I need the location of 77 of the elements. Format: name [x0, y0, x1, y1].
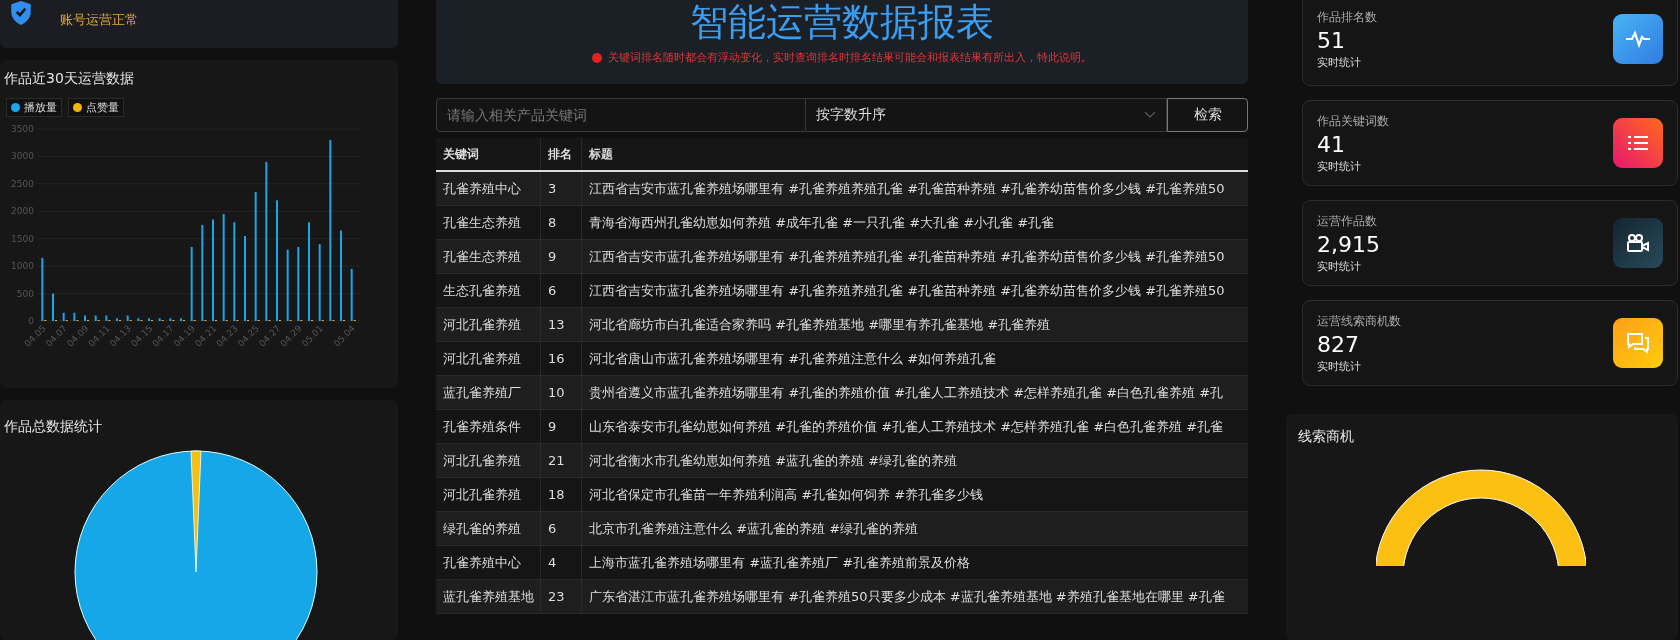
list-icon: [1613, 118, 1663, 168]
panel-title: 作品近30天运营数据: [4, 70, 135, 88]
stat-value: 827: [1317, 331, 1360, 357]
axis-label: 1000: [11, 261, 34, 272]
table-cell: 9: [541, 240, 582, 273]
table-cell-text: 青海省海西州孔雀幼崽如何养殖 #成年孔雀 #一只孔雀 #大孔雀 #小孔雀 #孔雀: [588, 213, 1056, 232]
table-cell: 4: [541, 546, 582, 579]
panel-title: 线索商机: [1298, 428, 1355, 446]
table-cell-text: 贵州省遵义市蓝孔雀养殖场哪里有 #孔雀的养殖价值 #孔雀人工养殖技术 #怎样养殖孔雀 #白色孔雀养殖 #孔: [588, 383, 1225, 402]
stat-note: 实时统计: [1317, 54, 1362, 70]
stat-value: 2,915: [1317, 231, 1380, 257]
table-cell: 河北孔雀养殖: [436, 308, 541, 341]
table-cell: 21: [541, 444, 582, 477]
table-cell-text: 上海市蓝孔雀养殖场哪里有 #蓝孔雀养殖厂 #孔雀养殖前景及价格: [588, 553, 972, 572]
table-cell: 孔雀生态养殖: [436, 240, 541, 273]
table-cell-text: 北京市孔雀养殖注意什么 #蓝孔雀的养殖 #绿孔雀的养殖: [588, 519, 920, 538]
table-cell-text: 河北省衡水市孔雀幼崽如何养殖 #蓝孔雀的养殖 #绿孔雀的养殖: [588, 451, 959, 470]
stat-label: 运营作品数: [1317, 212, 1378, 230]
keyword-input[interactable]: 请输入相关产品关键词: [436, 98, 806, 132]
table-cell: 孔雀养殖中心: [436, 546, 541, 579]
account-status: 账号运营正常: [60, 11, 138, 29]
axis-label: 2500: [11, 178, 34, 189]
table-cell: 9: [541, 410, 582, 443]
stat-label: 运营线索商机数: [1317, 312, 1401, 330]
sort-dropdown[interactable]: 按字数升序: [806, 98, 1167, 132]
column-header: 关键词: [436, 138, 541, 170]
axis-label: 3000: [11, 151, 34, 162]
stat-value: 51: [1317, 27, 1346, 53]
table-cell-text: 河北省廊坊市白孔雀适合家养吗 #孔雀养殖基地 #哪里有养孔雀基地 #孔雀养殖: [588, 315, 1052, 334]
table-cell: 孔雀生态养殖: [436, 206, 541, 239]
axis-label: 1500: [11, 233, 34, 244]
legend-item[interactable]: 点赞量: [68, 98, 124, 117]
search-button[interactable]: 检索: [1167, 98, 1248, 132]
stat-note: 实时统计: [1317, 358, 1362, 374]
alert-dot-icon: [592, 52, 602, 63]
table-cell: 10: [541, 376, 582, 409]
table-cell: 6: [541, 512, 582, 545]
table-cell: 蓝孔雀养殖厂: [436, 376, 541, 409]
stat-note: 实时统计: [1317, 158, 1362, 174]
table-cell: 16: [541, 342, 582, 375]
table-cell: 孔雀养殖中心: [436, 172, 541, 205]
chat-icon: [1613, 318, 1663, 368]
table-cell-text: 河北省唐山市蓝孔雀养殖场哪里有 #孔雀养殖注意什么 #如何养殖孔雀: [588, 349, 998, 368]
table-cell-text: 山东省泰安市孔雀幼崽如何养殖 #孔雀的养殖价值 #孔雀人工养殖技术 #怎样养殖孔雀 #白色孔雀养殖 #孔雀: [588, 417, 1225, 436]
axis-label: 3500: [11, 124, 34, 134]
table-cell-text: 河北省保定市孔雀苗一年养殖利润高 #孔雀如何饲养 #养孔雀多少钱: [588, 485, 985, 504]
table-cell: 3: [541, 172, 582, 205]
table-cell: 绿孔雀的养殖: [436, 512, 541, 545]
column-header: 排名: [541, 138, 582, 170]
table-cell: 23: [541, 580, 582, 613]
table-cell-text: 江西省吉安市蓝孔雀养殖场哪里有 #孔雀养殖养殖孔雀 #孔雀苗种养殖 #孔雀养幼苗售价多少钱 #孔雀养殖50: [588, 179, 1226, 198]
video-camera-icon: [1613, 218, 1663, 268]
table-cell: 河北孔雀养殖: [436, 478, 541, 511]
legend-item[interactable]: 播放量: [6, 98, 62, 117]
table-cell: 13: [541, 308, 582, 341]
table-cell-text: 广东省湛江市蓝孔雀养殖场哪里有 #孔雀养殖50只要多少成本 #蓝孔雀养殖基地 #养殖孔雀基地在哪里 #孔雀: [588, 587, 1226, 606]
report-title: 智能运营数据报表: [690, 0, 994, 46]
column-header: 标题: [588, 145, 614, 163]
stat-label: 作品排名数: [1317, 8, 1377, 26]
table-cell: 18: [541, 478, 582, 511]
table-cell: 孔雀养殖条件: [436, 410, 541, 443]
panel-title: 作品总数据统计: [4, 418, 103, 436]
chevron-down-icon: [1144, 111, 1156, 119]
table-cell: 6: [541, 274, 582, 307]
table-cell-text: 江西省吉安市蓝孔雀养殖场哪里有 #孔雀养殖养殖孔雀 #孔雀苗种养殖 #孔雀养幼苗售价多少钱 #孔雀养殖50: [588, 281, 1226, 300]
notice-text: 关键词排名随时都会有浮动变化，实时查询排名时排名结果可能会和报表结果有所出入，特此说明。: [608, 50, 1092, 65]
table-cell: 生态孔雀养殖: [436, 274, 541, 307]
axis-label: 2000: [11, 206, 34, 217]
stat-note: 实时统计: [1317, 258, 1362, 274]
table-cell-text: 江西省吉安市蓝孔雀养殖场哪里有 #孔雀养殖养殖孔雀 #孔雀苗种养殖 #孔雀养幼苗售价多少钱 #孔雀养殖50: [588, 247, 1226, 266]
table-cell: 蓝孔雀养殖基地: [436, 580, 541, 613]
table-cell: 河北孔雀养殖: [436, 444, 541, 477]
stat-label: 作品关键词数: [1317, 112, 1389, 130]
stat-value: 41: [1317, 131, 1346, 157]
pulse-icon: [1613, 14, 1663, 64]
table-cell: 河北孔雀养殖: [436, 342, 541, 375]
table-cell: 8: [541, 206, 582, 239]
